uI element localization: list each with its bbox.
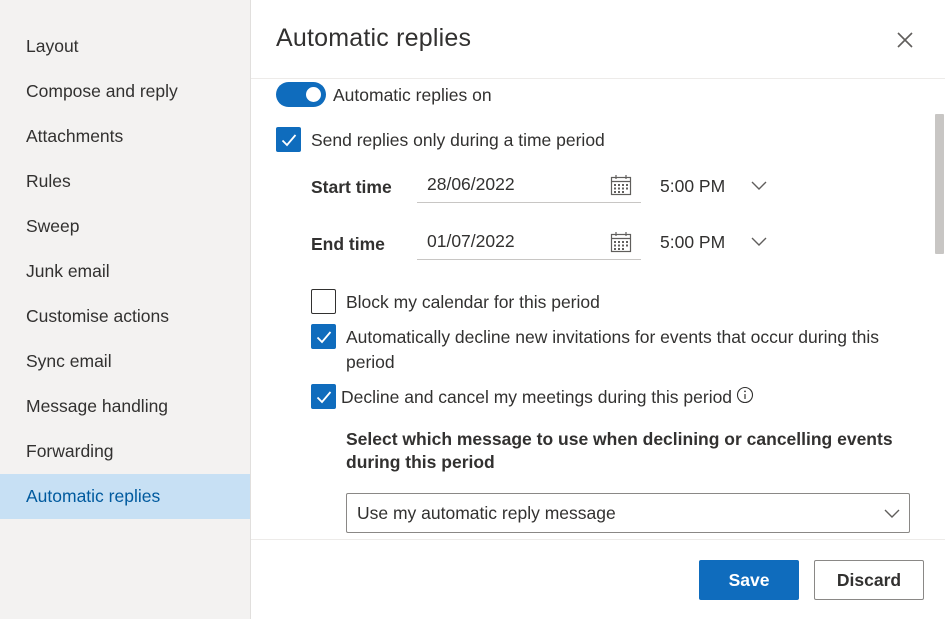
- scrollbar-thumb[interactable]: [935, 114, 944, 254]
- calendar-icon[interactable]: [610, 231, 632, 253]
- automatic-replies-toggle[interactable]: [276, 82, 326, 107]
- start-time-value: 5:00 PM: [660, 176, 726, 196]
- select-message-heading-line1: Select which message to use when declini…: [346, 429, 893, 449]
- sidebar-item-attachments[interactable]: Attachments: [0, 114, 250, 159]
- sidebar-item-sweep[interactable]: Sweep: [0, 204, 250, 249]
- chevron-down-icon: [884, 509, 900, 518]
- checkmark-icon: [316, 331, 332, 344]
- block-calendar-checkbox[interactable]: [311, 289, 336, 314]
- header-divider: [251, 78, 945, 79]
- start-date-value: 28/06/2022: [427, 174, 515, 194]
- start-time-select[interactable]: 5:00 PM: [660, 172, 780, 202]
- decline-new-invitations-label-line2: period: [346, 352, 395, 372]
- page-title: Automatic replies: [276, 24, 472, 52]
- info-icon[interactable]: [736, 386, 754, 404]
- toggle-label: Automatic replies on: [333, 85, 492, 105]
- save-button[interactable]: Save: [699, 560, 799, 600]
- decline-cancel-meetings-checkbox[interactable]: [311, 384, 336, 409]
- sidebar-item-forwarding[interactable]: Forwarding: [0, 429, 250, 474]
- sidebar-item-customise-actions[interactable]: Customise actions: [0, 294, 250, 339]
- end-date-input[interactable]: 01/07/2022: [417, 225, 641, 260]
- sidebar-item-automatic-replies[interactable]: Automatic replies: [0, 474, 250, 519]
- footer-divider: [251, 539, 945, 540]
- sidebar-item-rules[interactable]: Rules: [0, 159, 250, 204]
- decline-new-invitations-label-line1: Automatically decline new invitations fo…: [346, 327, 880, 347]
- sidebar-item-sync-email[interactable]: Sync email: [0, 339, 250, 384]
- end-time-value: 5:00 PM: [660, 232, 726, 252]
- decline-message-dropdown[interactable]: Use my automatic reply message: [346, 493, 910, 533]
- close-button[interactable]: [892, 27, 918, 53]
- checkmark-icon: [316, 391, 332, 404]
- close-icon: [897, 32, 913, 48]
- time-period-checkbox[interactable]: [276, 127, 301, 152]
- decline-message-selected: Use my automatic reply message: [357, 503, 616, 523]
- sidebar-item-layout[interactable]: Layout: [0, 24, 250, 69]
- end-time-label: End time: [311, 234, 385, 254]
- chevron-down-icon: [751, 237, 767, 246]
- sidebar-item-compose-and-reply[interactable]: Compose and reply: [0, 69, 250, 114]
- discard-button[interactable]: Discard: [814, 560, 924, 600]
- end-date-value: 01/07/2022: [427, 231, 515, 251]
- time-period-label: Send replies only during a time period: [311, 130, 605, 150]
- calendar-icon[interactable]: [610, 174, 632, 196]
- end-time-select[interactable]: 5:00 PM: [660, 228, 780, 258]
- chevron-down-icon: [751, 181, 767, 190]
- settings-sidebar: Layout Compose and reply Attachments Rul…: [0, 0, 251, 619]
- start-date-input[interactable]: 28/06/2022: [417, 168, 641, 203]
- toggle-knob: [306, 87, 321, 102]
- decline-cancel-meetings-label: Decline and cancel my meetings during th…: [341, 387, 733, 407]
- block-calendar-label: Block my calendar for this period: [346, 292, 600, 312]
- select-message-heading-line2: during this period: [346, 452, 495, 472]
- start-time-label: Start time: [311, 177, 392, 197]
- decline-new-invitations-checkbox[interactable]: [311, 324, 336, 349]
- sidebar-item-junk-email[interactable]: Junk email: [0, 249, 250, 294]
- automatic-replies-panel: Automatic replies Automatic replies on S…: [251, 0, 945, 619]
- sidebar-item-message-handling[interactable]: Message handling: [0, 384, 250, 429]
- checkmark-icon: [281, 134, 297, 147]
